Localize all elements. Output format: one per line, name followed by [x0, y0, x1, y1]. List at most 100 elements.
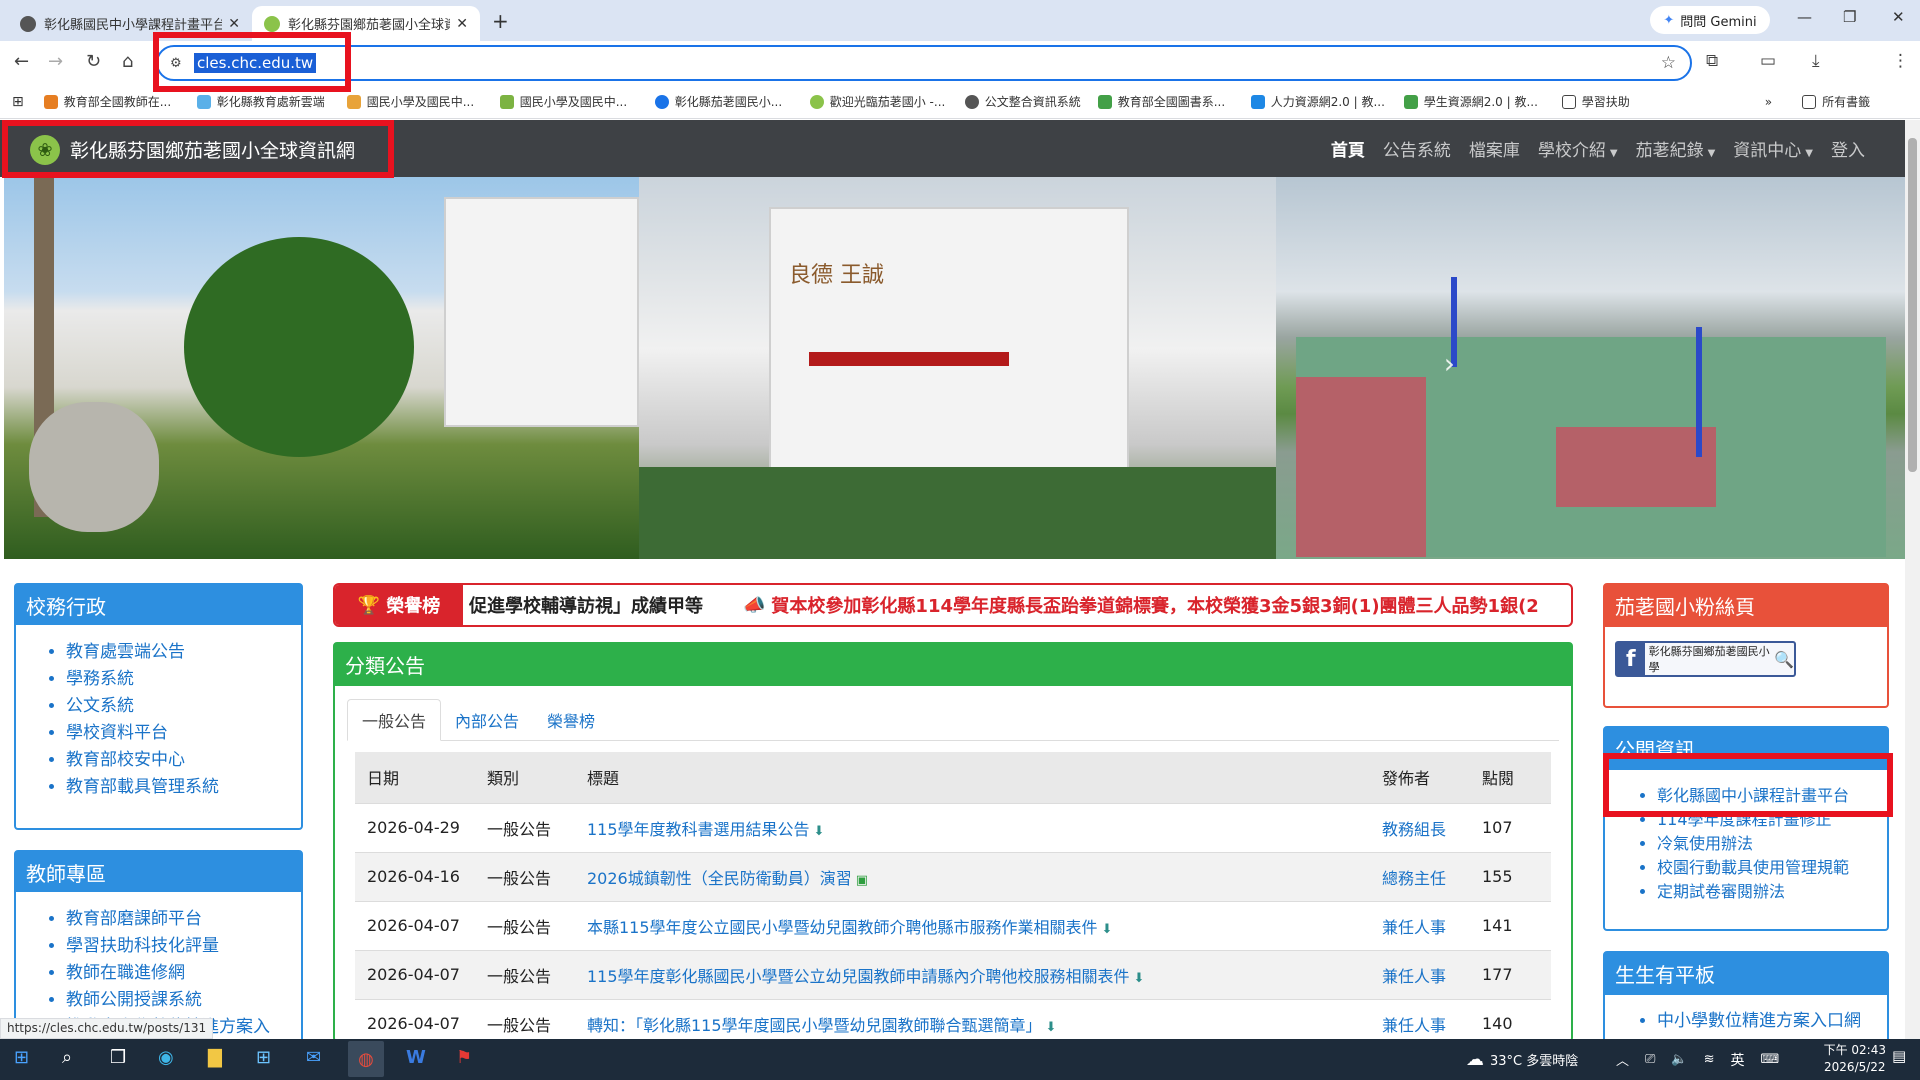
- panel-title: 分類公告: [335, 644, 1571, 686]
- public-info-link[interactable]: 定期試卷審閱辦法: [1657, 880, 1887, 904]
- minimize-icon[interactable]: —: [1797, 8, 1812, 26]
- nav-login[interactable]: 登入: [1831, 136, 1865, 161]
- carousel-next-icon[interactable]: ›: [1444, 347, 1455, 380]
- taskbar-clock[interactable]: 下午 02:43 2026/5/22: [1824, 1042, 1886, 1076]
- tablet-links: 中小學數位精進方案入口網: [1605, 995, 1887, 1043]
- bookmark-item[interactable]: 學生資源網2.0 | 教...: [1403, 93, 1562, 110]
- nav-files[interactable]: 檔案庫: [1469, 136, 1520, 161]
- windows-start-icon[interactable]: ⊞: [14, 1047, 29, 1068]
- panel-title: 生生有平板: [1605, 953, 1887, 995]
- chevron-up-icon[interactable]: ︿: [1616, 1050, 1629, 1069]
- bookmark-item[interactable]: 人力資源網2.0 | 教...: [1250, 93, 1404, 110]
- teacher-link[interactable]: 教師公開授課系統: [66, 987, 301, 1014]
- restore-icon[interactable]: ❐: [1843, 8, 1856, 26]
- download-icon[interactable]: ⤓: [1812, 51, 1820, 71]
- home-icon[interactable]: ⌂: [122, 51, 133, 72]
- building-sign: 良德 王誠: [789, 263, 884, 288]
- back-icon[interactable]: ←: [14, 51, 29, 72]
- word-icon[interactable]: W: [406, 1047, 426, 1068]
- row-author[interactable]: 兼任人事: [1370, 900, 1470, 950]
- bookmark-star-icon[interactable]: ☆: [1661, 53, 1676, 73]
- row-title-link[interactable]: 115學年度彰化縣國民小學暨公立幼兒園教師申請縣內介聘他校服務相關表件: [587, 967, 1130, 986]
- bookmark-item[interactable]: 教育部全國圖書系...: [1097, 93, 1251, 110]
- forward-icon[interactable]: →: [48, 51, 63, 72]
- more-bookmarks-icon[interactable]: »: [1765, 95, 1772, 109]
- reload-icon[interactable]: ↻: [86, 51, 101, 72]
- facebook-link[interactable]: f 彰化縣芬園鄉茄荖國民小學 🔍: [1615, 641, 1796, 677]
- acrobat-icon[interactable]: ⚑: [456, 1047, 472, 1068]
- task-view-icon[interactable]: ❒: [110, 1047, 126, 1068]
- nav-school-intro[interactable]: 學校介紹 ▼: [1538, 136, 1618, 161]
- admin-link[interactable]: 公文系統: [66, 693, 301, 720]
- nav-info-center[interactable]: 資訊中心 ▼: [1733, 136, 1813, 161]
- tab-internal[interactable]: 內部公告: [441, 699, 533, 740]
- ime-indicator[interactable]: 英: [1731, 1050, 1745, 1070]
- admin-link[interactable]: 學校資料平台: [66, 720, 301, 747]
- public-info-link[interactable]: 校園行動載具使用管理規範: [1657, 856, 1887, 880]
- row-author[interactable]: 總務主任: [1370, 851, 1470, 901]
- keyboard-icon[interactable]: ⌨: [1761, 1052, 1780, 1067]
- all-bookmarks[interactable]: 所有書籤: [1802, 93, 1870, 110]
- gemini-button[interactable]: ✦ 問問 Gemini: [1650, 6, 1770, 34]
- close-icon[interactable]: ✕: [228, 16, 240, 32]
- menu-icon[interactable]: ⋮: [1892, 51, 1909, 71]
- admin-link[interactable]: 學務系統: [66, 666, 301, 693]
- bookmark-item[interactable]: 公文整合資訊系統: [964, 93, 1098, 110]
- teacher-link[interactable]: 學習扶助科技化評量: [66, 933, 301, 960]
- row-title-link[interactable]: 本縣115學年度公立國民小學暨幼兒園教師介聘他縣市服務作業相關表件: [587, 918, 1098, 937]
- nav-records[interactable]: 茄荖紀錄 ▼: [1636, 136, 1716, 161]
- row-views: 177: [1470, 949, 1551, 999]
- tab-general[interactable]: 一般公告: [347, 699, 442, 741]
- mail-icon[interactable]: ✉: [306, 1047, 321, 1068]
- nav-home[interactable]: 首頁: [1331, 136, 1365, 161]
- close-window-icon[interactable]: ✕: [1892, 8, 1905, 26]
- bookmark-item[interactable]: 學習扶助: [1561, 93, 1742, 110]
- network-icon[interactable]: ⎚: [1645, 1052, 1655, 1067]
- page-scrollbar[interactable]: [1905, 120, 1920, 1039]
- trophy-icon: 🏆: [357, 594, 381, 616]
- row-title-link[interactable]: 轉知：「彰化縣115學年度國民小學暨幼兒園教師聯合甄選簡章」: [587, 1016, 1042, 1035]
- address-bar[interactable]: ⚙ cles.chc.edu.tw ☆: [156, 45, 1692, 81]
- row-title-link[interactable]: 2026城鎮韌性（全民防衛動員）演習: [587, 869, 852, 888]
- close-icon[interactable]: ✕: [456, 16, 468, 32]
- bookmark-item[interactable]: 歡迎光臨茄荖國小 -...: [809, 93, 965, 110]
- wifi-icon[interactable]: ≋: [1704, 1052, 1715, 1067]
- nav-label: 學校介紹: [1537, 141, 1606, 161]
- bookmark-item[interactable]: 國民小學及國民中...: [499, 93, 655, 110]
- teacher-link[interactable]: 教育部磨課師平台: [66, 906, 301, 933]
- apps-icon[interactable]: ⊞: [12, 94, 24, 110]
- bookmark-item[interactable]: 教育部全國教師在...: [43, 93, 197, 110]
- weather-widget[interactable]: ☁ 33°C 多雲時陰: [1466, 1039, 1578, 1080]
- nav-announcements[interactable]: 公告系統: [1383, 136, 1451, 161]
- tab-honor[interactable]: 榮譽榜: [533, 699, 609, 740]
- scrollbar-thumb[interactable]: [1908, 138, 1917, 472]
- cast-icon[interactable]: ▭: [1760, 51, 1776, 71]
- file-explorer-icon[interactable]: ▇: [208, 1047, 222, 1068]
- teacher-link[interactable]: 教師在職進修網: [66, 960, 301, 987]
- edge-icon[interactable]: ◉: [158, 1047, 174, 1068]
- row-author[interactable]: 兼任人事: [1370, 949, 1470, 999]
- admin-link[interactable]: 教育部校安中心: [66, 747, 301, 774]
- panel-title: 茄荖國小粉絲頁: [1605, 585, 1887, 627]
- chrome-icon[interactable]: ◍: [348, 1041, 384, 1077]
- row-title-link[interactable]: 115學年度教科書選用結果公告: [587, 820, 810, 839]
- search-icon[interactable]: ⌕: [62, 1047, 72, 1068]
- tablet-panel: 生生有平板 中小學數位精進方案入口網: [1603, 951, 1889, 1051]
- ticker-text[interactable]: 促進學校輔導訪視」成績甲等: [469, 592, 703, 618]
- public-info-link[interactable]: 冷氣使用辦法: [1657, 832, 1887, 856]
- bookmark-item[interactable]: 國民小學及國民中...: [346, 93, 500, 110]
- admin-link[interactable]: 教育處雲端公告: [66, 639, 301, 666]
- new-tab-icon[interactable]: +: [492, 9, 509, 33]
- column-header: 標題: [575, 752, 1370, 803]
- row-author[interactable]: 教務組長: [1370, 802, 1470, 852]
- volume-icon[interactable]: 🔈: [1671, 1052, 1687, 1067]
- extensions-icon[interactable]: ⧉: [1706, 51, 1718, 71]
- bookmark-item[interactable]: 彰化縣教育處新雲端: [196, 93, 347, 110]
- ticker-text[interactable]: 賀本校參加彰化縣114學年度縣長盃跆拳道錦標賽，本校榮獲3金5銀3銅(1)團體三…: [771, 592, 1538, 618]
- nav-label: 資訊中心: [1733, 141, 1802, 161]
- notification-icon[interactable]: ▤: [1892, 1047, 1906, 1065]
- admin-link[interactable]: 教育部載具管理系統: [66, 774, 301, 801]
- bookmark-item[interactable]: 彰化縣茄荖國民小...: [654, 93, 810, 110]
- tablet-link[interactable]: 中小學數位精進方案入口網: [1657, 1009, 1887, 1033]
- store-icon[interactable]: ⊞: [256, 1047, 271, 1068]
